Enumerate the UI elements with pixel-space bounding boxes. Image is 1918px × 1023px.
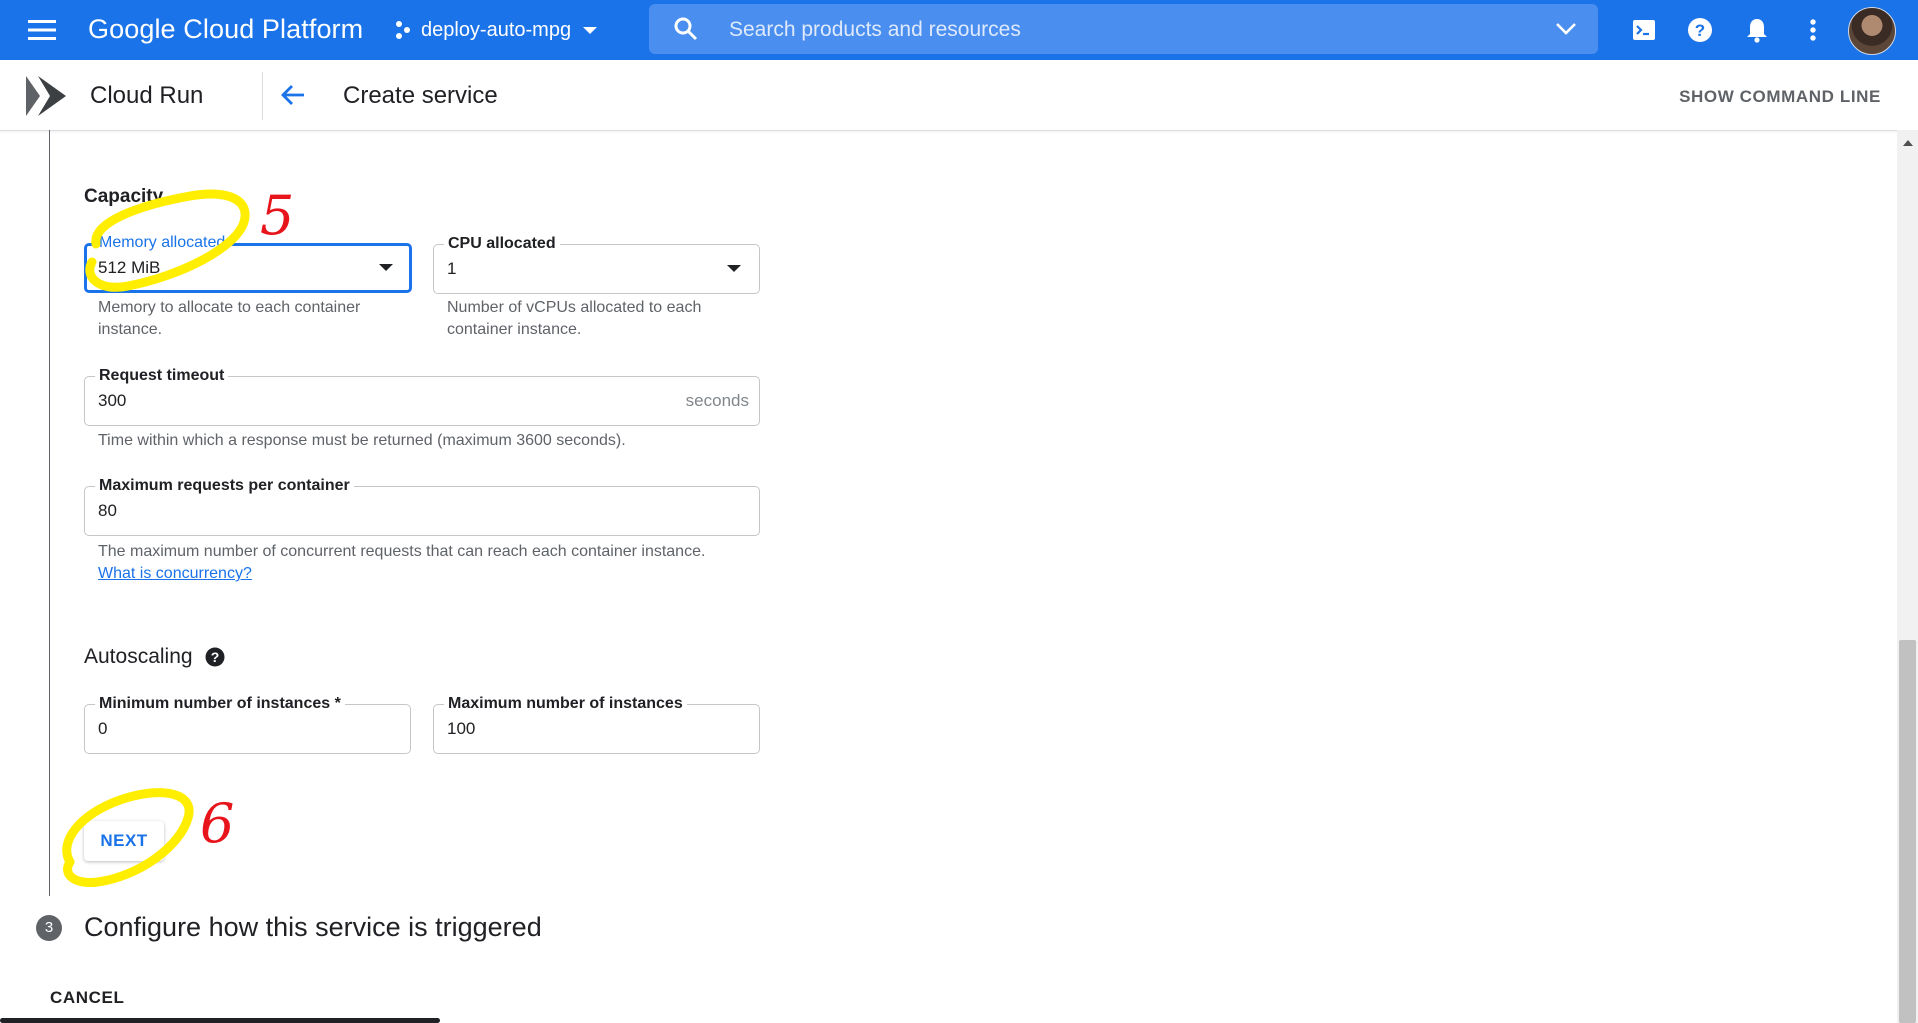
max-requests-hint: The maximum number of concurrent request… xyxy=(98,541,718,585)
cloud-run-logo-icon xyxy=(24,74,68,123)
dropdown-caret-icon xyxy=(727,265,741,272)
capacity-heading: Capacity xyxy=(84,186,164,207)
bottom-bar xyxy=(0,1018,440,1023)
chevron-down-icon[interactable] xyxy=(1554,18,1578,40)
notifications-bell-icon[interactable] xyxy=(1741,14,1773,46)
max-requests-label: Maximum requests per container xyxy=(95,476,354,496)
step-3-header[interactable]: 3 Configure how this service is triggere… xyxy=(36,912,542,943)
search-icon xyxy=(674,17,698,41)
memory-allocated-select[interactable]: Memory allocated 512 MiB xyxy=(84,233,412,293)
avatar[interactable] xyxy=(1848,7,1896,55)
step-3-title: Configure how this service is triggered xyxy=(84,912,542,942)
cpu-allocated-select[interactable]: CPU allocated 1 xyxy=(433,234,760,294)
annotation-number-5: 5 xyxy=(260,184,294,247)
max-requests-field[interactable]: Maximum requests per container 80 xyxy=(84,476,760,536)
next-button[interactable]: NEXT xyxy=(84,821,164,861)
min-instances-value: 0 xyxy=(98,719,108,738)
max-requests-value: 80 xyxy=(98,501,117,520)
project-name: deploy-auto-mpg xyxy=(421,18,572,41)
cpu-allocated-value: 1 xyxy=(447,259,457,278)
svg-text:?: ? xyxy=(210,649,219,665)
max-instances-value: 100 xyxy=(447,719,476,738)
brand-title[interactable]: Google Cloud Platform xyxy=(88,12,363,46)
cpu-allocated-hint: Number of vCPUs allocated to each contai… xyxy=(447,299,702,338)
search-input[interactable] xyxy=(727,4,1491,56)
step-number-badge: 3 xyxy=(36,914,62,941)
max-instances-label: Maximum number of instances xyxy=(444,694,687,714)
cpu-allocated-label: CPU allocated xyxy=(444,234,560,254)
autoscaling-heading: Autoscaling ? xyxy=(84,645,225,669)
request-timeout-suffix: seconds xyxy=(685,391,749,410)
svg-text:?: ? xyxy=(1695,21,1705,40)
show-command-line-button[interactable]: SHOW COMMAND LINE xyxy=(1679,87,1881,107)
hamburger-menu-icon[interactable] xyxy=(26,14,58,46)
memory-allocated-value: 512 MiB xyxy=(98,258,161,277)
max-instances-field[interactable]: Maximum number of instances 100 xyxy=(433,694,760,754)
cloud-shell-icon[interactable] xyxy=(1628,14,1660,46)
more-options-icon[interactable] xyxy=(1797,14,1829,46)
step-connector-line xyxy=(49,130,50,896)
back-arrow-icon[interactable] xyxy=(276,78,310,112)
sub-header: Cloud Run Create service SHOW COMMAND LI… xyxy=(0,60,1918,131)
search-bar[interactable] xyxy=(649,4,1598,56)
concurrency-help-link[interactable]: What is concurrency? xyxy=(98,565,252,582)
dropdown-caret-icon xyxy=(379,264,393,271)
header-divider xyxy=(262,72,263,120)
request-timeout-hint: Time within which a response must be ret… xyxy=(98,432,626,449)
request-timeout-value: 300 xyxy=(98,391,127,410)
page-title: Create service xyxy=(343,82,498,109)
cancel-button[interactable]: CANCEL xyxy=(50,988,124,1008)
help-icon[interactable]: ? xyxy=(1684,14,1716,46)
min-instances-field[interactable]: Minimum number of instances * 0 xyxy=(84,694,411,754)
scrollbar-thumb[interactable] xyxy=(1899,640,1916,1023)
autoscaling-heading-text: Autoscaling xyxy=(84,645,193,668)
request-timeout-label: Request timeout xyxy=(95,366,229,386)
project-icon xyxy=(396,21,410,39)
request-timeout-field[interactable]: Request timeout 300 seconds xyxy=(84,366,760,426)
help-circle-icon[interactable]: ? xyxy=(205,647,225,667)
product-name: Cloud Run xyxy=(90,82,204,109)
top-app-bar: Google Cloud Platform deploy-auto-mpg ? xyxy=(0,0,1918,60)
min-instances-label: Minimum number of instances * xyxy=(95,694,345,714)
annotation-number-6: 6 xyxy=(200,792,234,855)
memory-allocated-hint: Memory to allocate to each container ins… xyxy=(98,299,361,338)
max-requests-hint-text: The maximum number of concurrent request… xyxy=(98,543,706,560)
memory-allocated-label: Memory allocated xyxy=(95,233,230,253)
project-selector[interactable]: deploy-auto-mpg xyxy=(393,16,601,44)
scroll-up-arrow-icon[interactable] xyxy=(1897,134,1918,152)
dropdown-arrow-icon xyxy=(583,27,598,34)
